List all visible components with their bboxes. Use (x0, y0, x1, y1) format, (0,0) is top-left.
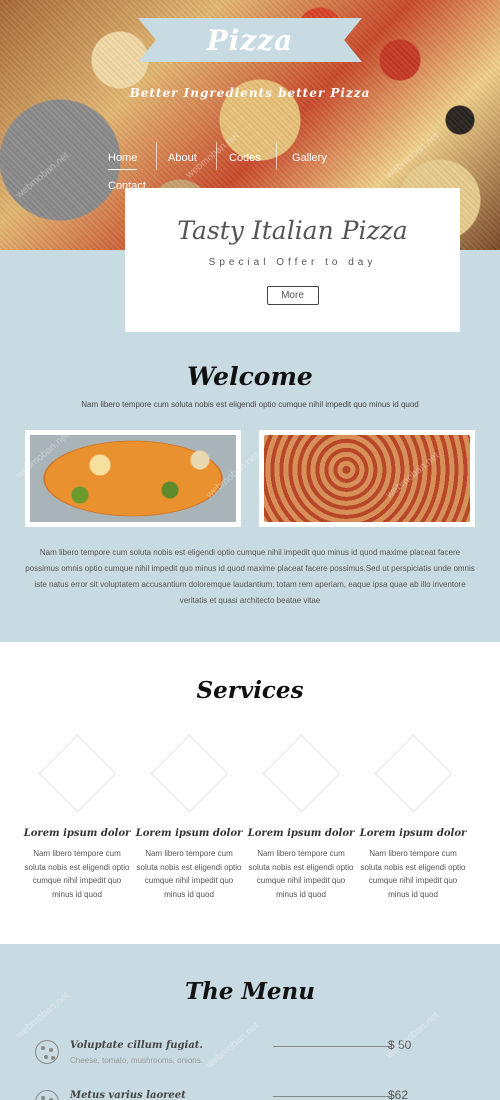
service-text: Nam libero tempore cum soluta nobis est … (136, 849, 242, 899)
offer-subtitle: Special Offer to day (208, 257, 377, 268)
service-text: Nam libero tempore cum soluta nobis est … (360, 849, 466, 899)
nav-divider (156, 142, 157, 170)
pizza-image (30, 435, 236, 522)
nav-home[interactable]: Home (108, 152, 138, 170)
welcome-title: Welcome (187, 362, 313, 391)
services-section: Services Lorem ipsum dolor Nam libero te… (0, 642, 500, 944)
services-title: Services (196, 677, 304, 704)
nav-about[interactable]: About (168, 152, 197, 164)
site-tagline: Better Ingredients better Pizza (129, 86, 371, 100)
pizza-icon (35, 1040, 59, 1064)
service-text: Nam libero tempore cum soluta nobis est … (248, 849, 354, 899)
service-item: Lorem ipsum dolor Nam libero tempore cum… (246, 734, 356, 901)
diamond-icon (150, 734, 229, 813)
welcome-text: Nam libero tempore cum soluta nobis est … (25, 548, 475, 605)
more-button[interactable]: More (266, 286, 319, 305)
welcome-lead: Nam libero tempore cum soluta nobis est … (81, 400, 419, 409)
menu-item-price: $62 (388, 1088, 409, 1100)
service-title: Lorem ipsum dolor (359, 828, 467, 839)
service-item: Lorem ipsum dolor Nam libero tempore cum… (134, 734, 244, 901)
service-item: Lorem ipsum dolor Nam libero tempore cum… (358, 734, 468, 901)
diamond-icon (262, 734, 341, 813)
nav-divider (276, 142, 277, 170)
pizza-image (264, 435, 470, 522)
menu-item-name: Metus varius laoreet (70, 1090, 186, 1100)
menu-item[interactable]: Voluptate cillum fugiat. Cheese, tomato,… (35, 1038, 465, 1080)
service-item: Lorem ipsum dolor Nam libero tempore cum… (22, 734, 132, 901)
menu-title: The Menu (184, 978, 315, 1005)
service-text: Nam libero tempore cum soluta nobis est … (24, 849, 130, 899)
menu-item-name: Voluptate cillum fugiat. (70, 1040, 203, 1051)
service-title: Lorem ipsum dolor (23, 828, 131, 839)
offer-card: Tasty Italian Pizza Special Offer to day… (125, 188, 460, 332)
logo-ribbon[interactable]: Pizza (138, 18, 362, 62)
service-title: Lorem ipsum dolor (135, 828, 243, 839)
nav-codes[interactable]: Codes (229, 152, 261, 164)
offer-title: Tasty Italian Pizza (177, 216, 408, 245)
menu-item-desc: Cheese, tomato, mushrooms, onions. (70, 1056, 203, 1065)
nav-gallery[interactable]: Gallery (292, 152, 327, 164)
diamond-icon (38, 734, 117, 813)
service-title: Lorem ipsum dolor (247, 828, 355, 839)
menu-item-divider (273, 1096, 391, 1097)
menu-item-divider (273, 1046, 391, 1047)
pizza-icon (35, 1090, 59, 1100)
diamond-icon (374, 734, 453, 813)
site-logo[interactable]: Pizza (207, 24, 294, 57)
pizza-photo-1 (25, 430, 241, 527)
pizza-photo-2 (259, 430, 475, 527)
menu-item[interactable]: Metus varius laoreet $62 (35, 1088, 465, 1100)
menu-item-price: $ 50 (388, 1038, 412, 1052)
nav-divider (216, 142, 217, 170)
